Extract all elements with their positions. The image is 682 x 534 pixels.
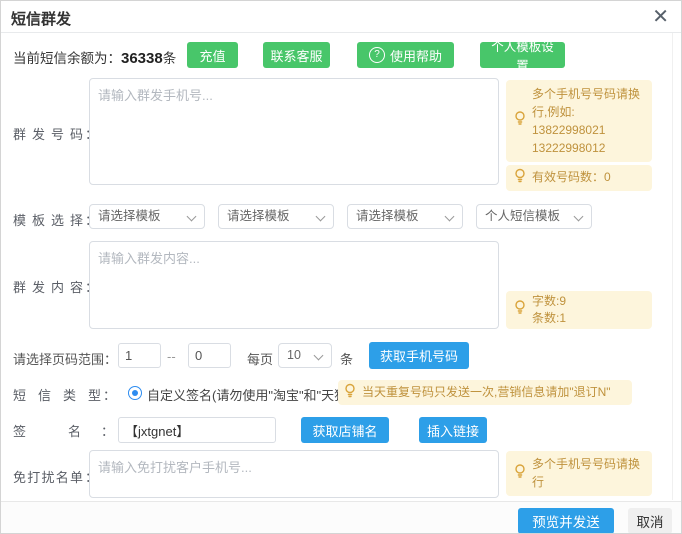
lightbulb-icon (514, 300, 526, 320)
signature-input[interactable] (118, 417, 276, 443)
fetch-phone-numbers-button[interactable]: 获取手机号码 (369, 342, 469, 369)
custom-signature-radio[interactable] (128, 386, 142, 400)
preview-and-send-button[interactable]: 预览并发送 (518, 508, 614, 534)
page-to-input[interactable] (188, 343, 231, 368)
template-select-label: 模板选择： (13, 210, 98, 229)
recipients-hint-example-2: 13222998012 (532, 139, 644, 157)
balance-amount: 36338 (121, 50, 163, 67)
recipients-label: 群发号码： (13, 124, 98, 143)
template-select-3[interactable]: 请选择模板 (347, 204, 463, 229)
valid-count-badge: 有效号码数：0 (506, 165, 652, 191)
custom-signature-radio-label: 自定义签名(请勿使用"淘宝"和"天猫") (147, 385, 356, 404)
dialog-header: 短信群发 ✕ (1, 1, 681, 33)
insert-link-button[interactable]: 插入链接 (419, 417, 487, 443)
personal-template-settings-button[interactable]: 个人模板设置 (480, 42, 565, 68)
message-count: 条数:1 (532, 310, 644, 327)
contact-support-button[interactable]: 联系客服 (263, 42, 330, 68)
template-select-2[interactable]: 请选择模板 (218, 204, 334, 229)
scrollbar-track[interactable] (672, 33, 673, 500)
template-select-1[interactable]: 请选择模板 (89, 204, 205, 229)
signature-label: 签名： (13, 421, 114, 440)
lightbulb-icon (514, 111, 526, 131)
balance-unit: 条 (163, 51, 177, 66)
dnd-hint: 多个手机号号码请换行 (506, 451, 652, 496)
recipients-textarea[interactable] (89, 78, 499, 185)
recipients-hint-text: 多个手机号号码请换行,例如: (532, 85, 644, 121)
lightbulb-icon (514, 169, 526, 188)
sms-type-hint: 当天重复号码只发送一次,营销信息请加"退订N" (338, 380, 632, 405)
recipients-hint: 多个手机号号码请换行,例如: 13822998021 13222998012 (506, 80, 652, 162)
per-page-label: 每页 (247, 349, 273, 368)
personal-template-select[interactable]: 个人短信模板 (476, 204, 592, 229)
chevron-down-icon (314, 351, 324, 361)
char-count: 字数:9 (532, 293, 644, 310)
usage-help-button[interactable]: ?使用帮助 (357, 42, 454, 68)
dnd-label: 免打扰名单： (13, 467, 98, 486)
page-range-label: 请选择页码范围： (13, 349, 117, 368)
lightbulb-icon (514, 464, 526, 484)
chevron-down-icon (316, 212, 326, 222)
balance-prefix: 当前短信余额为： (13, 51, 121, 66)
dialog-title: 短信群发 (11, 8, 71, 29)
lightbulb-icon (344, 383, 356, 402)
dnd-textarea[interactable] (89, 450, 499, 498)
page-size-select[interactable]: 10 (278, 343, 332, 368)
sms-type-label: 短信类型： (13, 385, 116, 404)
recharge-button[interactable]: 充值 (187, 42, 238, 68)
page-range-dash: -- (167, 349, 176, 364)
valid-count-text: 有效号码数：0 (532, 170, 611, 184)
recipients-hint-example-1: 13822998021 (532, 121, 644, 139)
dnd-hint-text: 多个手机号号码请换行 (532, 457, 640, 489)
dialog-footer: 预览并发送 取消 (1, 501, 681, 534)
question-circle-icon: ? (369, 47, 385, 63)
page-unit-label: 条 (340, 349, 353, 368)
cancel-button[interactable]: 取消 (628, 508, 672, 534)
content-textarea[interactable] (89, 241, 499, 329)
balance-text: 当前短信余额为：36338条 (13, 47, 176, 67)
chevron-down-icon (574, 212, 584, 222)
content-label: 群发内容： (13, 277, 98, 296)
page-from-input[interactable] (118, 343, 161, 368)
sms-bulk-send-dialog: 短信群发 ✕ 当前短信余额为：36338条 充值 联系客服 ?使用帮助 个人模板… (0, 0, 682, 534)
sms-type-hint-text: 当天重复号码只发送一次,营销信息请加"退订N" (362, 385, 611, 399)
get-shop-name-button[interactable]: 获取店铺名 (301, 417, 389, 443)
content-count-badge: 字数:9 条数:1 (506, 291, 652, 329)
close-icon[interactable]: ✕ (652, 4, 669, 30)
chevron-down-icon (187, 212, 197, 222)
chevron-down-icon (445, 212, 455, 222)
